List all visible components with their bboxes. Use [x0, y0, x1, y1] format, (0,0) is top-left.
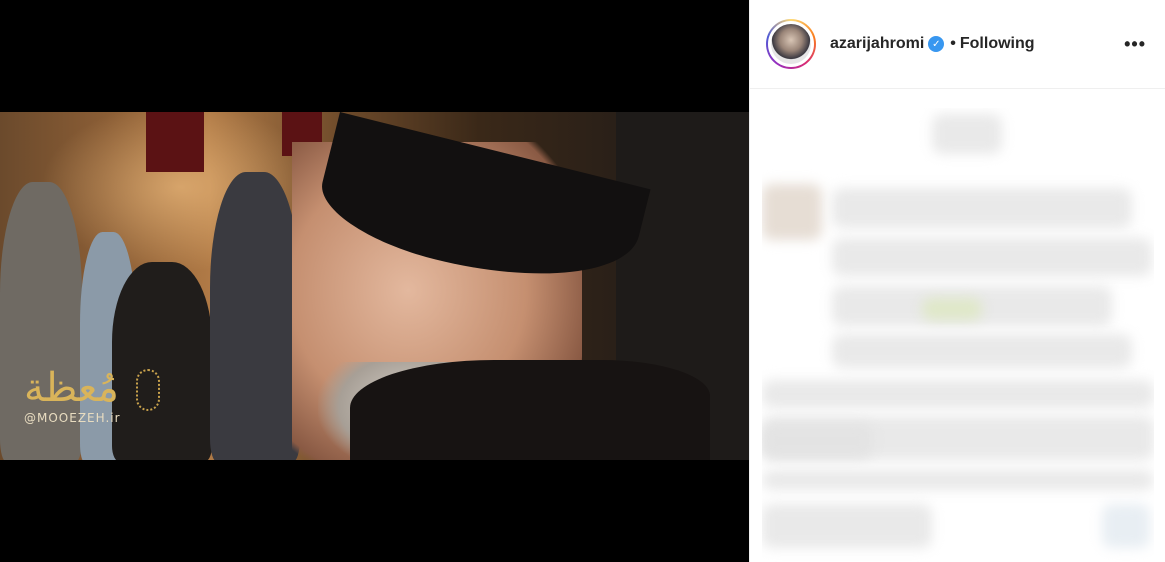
blurred-block	[932, 114, 1002, 154]
story-ring[interactable]	[766, 19, 816, 69]
username-link[interactable]: azarijahromi	[830, 35, 924, 53]
blurred-block	[762, 424, 872, 458]
watermark-logo-text: مُعظة	[24, 365, 119, 411]
watermark-handle: @MOOEZEH.ir	[24, 411, 121, 425]
black-robe	[350, 360, 710, 460]
crowd-person	[112, 262, 212, 460]
post-header: azarijahromi ✓ • Following •••	[750, 0, 1165, 89]
watermark-ornament-icon	[136, 369, 160, 411]
blurred-block	[762, 380, 1154, 408]
blurred-block	[922, 298, 982, 320]
blurred-block	[832, 188, 1132, 228]
blurred-block	[1102, 504, 1150, 548]
crowd-person	[210, 172, 300, 460]
avatar[interactable]	[768, 21, 814, 67]
verified-badge-icon: ✓	[928, 36, 945, 52]
blurred-block	[832, 334, 1132, 368]
blurred-block	[832, 238, 1152, 276]
video-frame[interactable]: مُعظة @MOOEZEH.ir	[0, 112, 749, 460]
post-side-panel: azarijahromi ✓ • Following •••	[749, 0, 1165, 562]
blurred-block	[762, 470, 1154, 490]
separator-dot: •	[950, 35, 956, 52]
following-button[interactable]: Following	[960, 35, 1035, 53]
video-player[interactable]: مُعظة @MOOEZEH.ir	[0, 0, 749, 562]
blurred-comments-area	[762, 108, 1154, 562]
background-banner	[146, 112, 204, 172]
more-options-icon[interactable]: •••	[1124, 34, 1146, 55]
blurred-block	[762, 184, 822, 240]
video-watermark: مُعظة @MOOEZEH.ir	[24, 365, 160, 425]
blurred-block	[762, 504, 932, 548]
